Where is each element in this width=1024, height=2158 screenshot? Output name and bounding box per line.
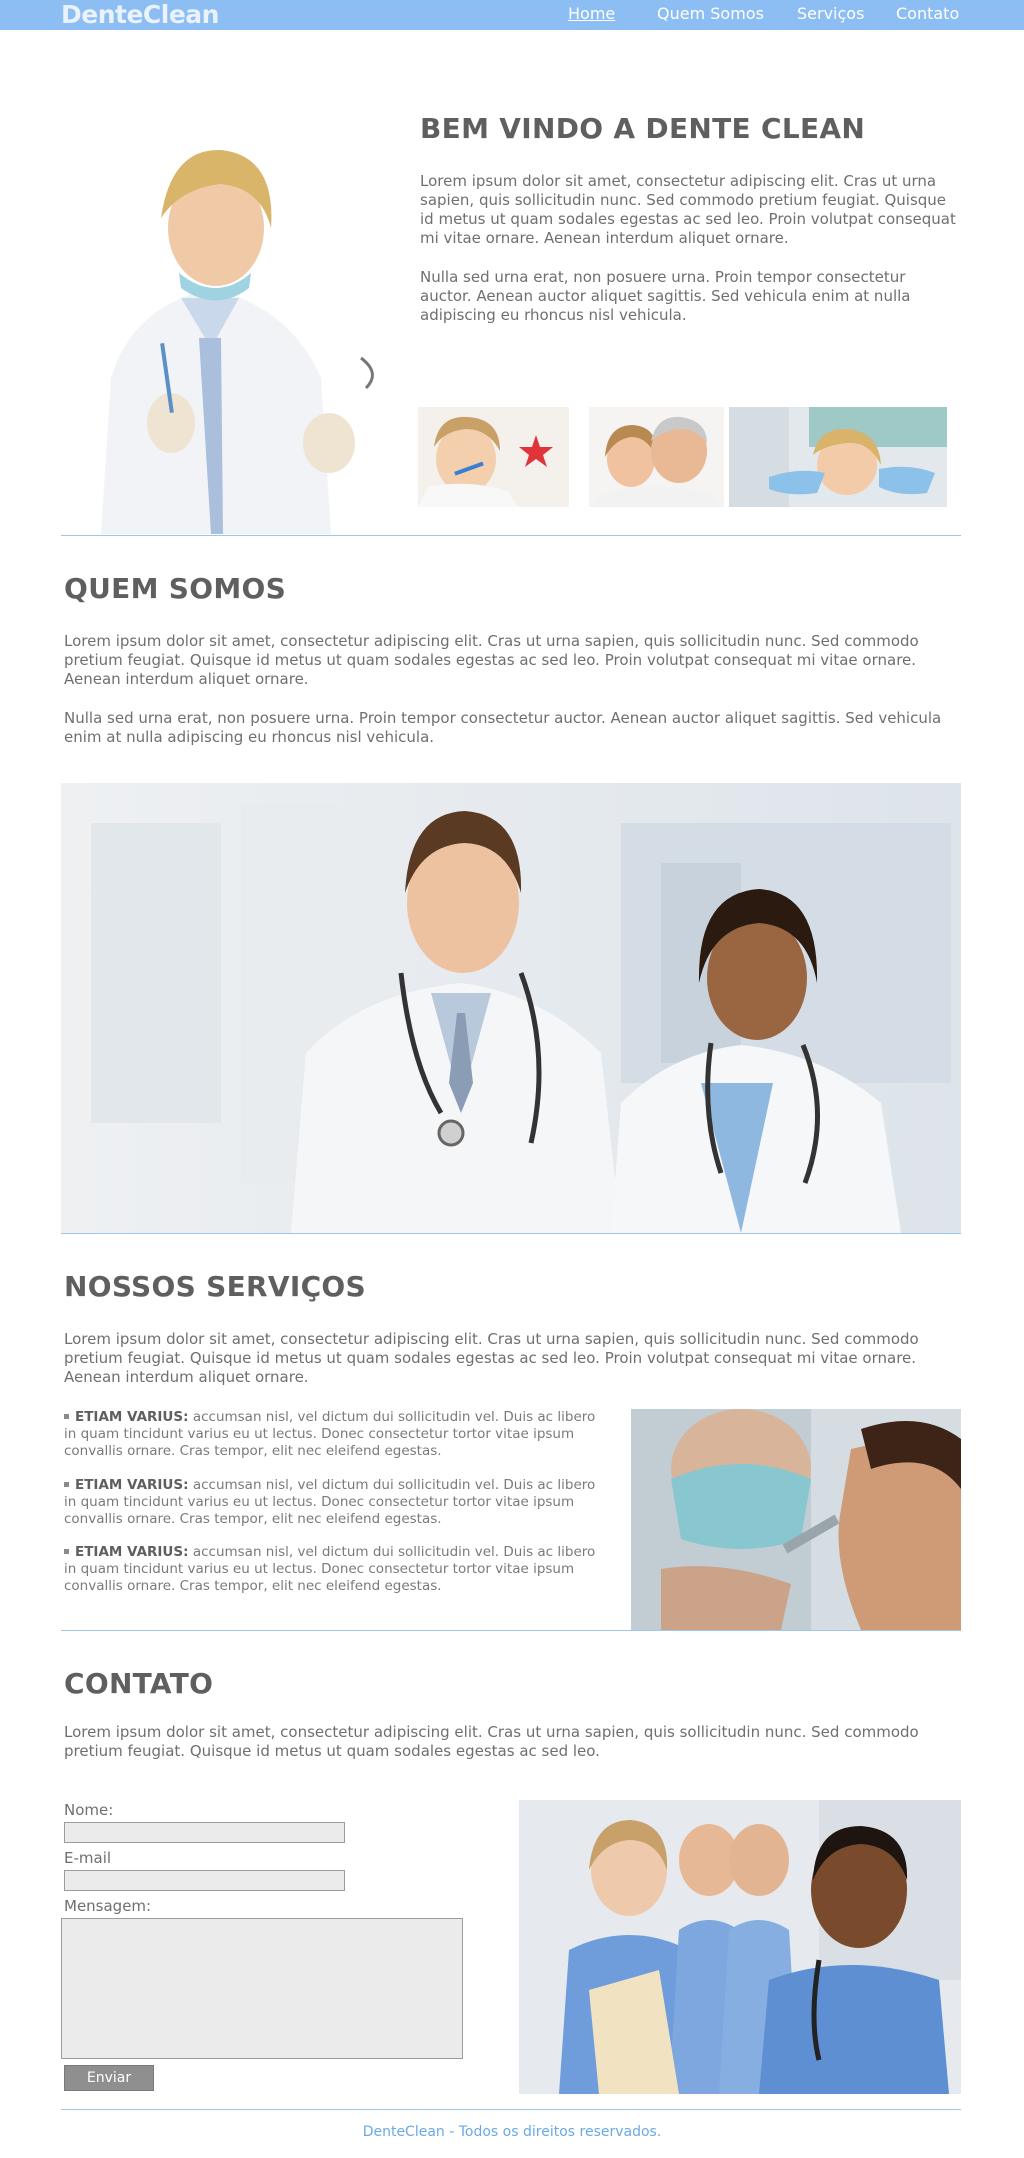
service-item: ETIAM VARIUS: accumsan nisl, vel dictum … xyxy=(64,1477,604,1528)
doctors-team-photo xyxy=(61,783,961,1233)
contact-title: CONTATO xyxy=(64,1667,214,1700)
top-nav: DenteClean Home Quem Somos Serviços Cont… xyxy=(0,0,1024,30)
email-field[interactable] xyxy=(64,1870,345,1891)
nav-link-servicos[interactable]: Serviços xyxy=(797,0,864,30)
service-item-title: ETIAM VARIUS: xyxy=(75,1409,189,1425)
hero-paragraph-1: Lorem ipsum dolor sit amet, consectetur … xyxy=(420,172,956,247)
hero-paragraph-2: Nulla sed urna erat, non posuere urna. P… xyxy=(420,268,911,324)
service-item: ETIAM VARIUS: accumsan nisl, vel dictum … xyxy=(64,1544,604,1595)
message-textarea[interactable] xyxy=(61,1918,463,2059)
hero-dentist-photo xyxy=(61,88,381,534)
service-item-title: ETIAM VARIUS: xyxy=(75,1477,189,1493)
nav-link-contato[interactable]: Contato xyxy=(896,0,959,30)
divider-about xyxy=(61,1233,961,1234)
bullet-icon xyxy=(64,1414,69,1419)
name-label: Nome: xyxy=(64,1801,114,1819)
thumb-child-brushing[interactable] xyxy=(418,407,569,507)
bullet-icon xyxy=(64,1549,69,1554)
nav-link-home[interactable]: Home xyxy=(568,0,615,30)
thumb-dental-exam[interactable] xyxy=(729,407,947,507)
divider-contact xyxy=(61,2109,961,2110)
about-title: QUEM SOMOS xyxy=(64,572,287,605)
email-label: E-mail xyxy=(64,1849,112,1867)
thumb-happy-couple[interactable] xyxy=(589,407,724,507)
hero-title: BEM VINDO A DENTE CLEAN xyxy=(420,112,866,145)
submit-button[interactable]: Enviar xyxy=(64,2065,154,2091)
nav-link-quem-somos[interactable]: Quem Somos xyxy=(657,0,764,30)
name-field[interactable] xyxy=(64,1822,345,1843)
logo[interactable]: DenteClean xyxy=(61,0,219,30)
footer-text: DenteClean - Todos os direitos reservado… xyxy=(362,2124,662,2140)
divider-hero xyxy=(61,535,961,536)
about-paragraph-2: Nulla sed urna erat, non posuere urna. P… xyxy=(64,709,942,746)
dental-treatment-photo xyxy=(631,1409,961,1630)
divider-services xyxy=(61,1630,961,1631)
services-paragraph: Lorem ipsum dolor sit amet, consectetur … xyxy=(64,1330,919,1386)
bullet-icon xyxy=(64,1482,69,1487)
about-paragraph-1: Lorem ipsum dolor sit amet, consectetur … xyxy=(64,632,919,688)
service-item-title: ETIAM VARIUS: xyxy=(75,1544,189,1560)
message-label: Mensagem: xyxy=(64,1897,152,1915)
contact-paragraph: Lorem ipsum dolor sit amet, consectetur … xyxy=(64,1723,919,1760)
service-item: ETIAM VARIUS: accumsan nisl, vel dictum … xyxy=(64,1409,604,1460)
services-title: NOSSOS SERVIÇOS xyxy=(64,1270,366,1303)
medical-staff-photo xyxy=(519,1800,961,2094)
